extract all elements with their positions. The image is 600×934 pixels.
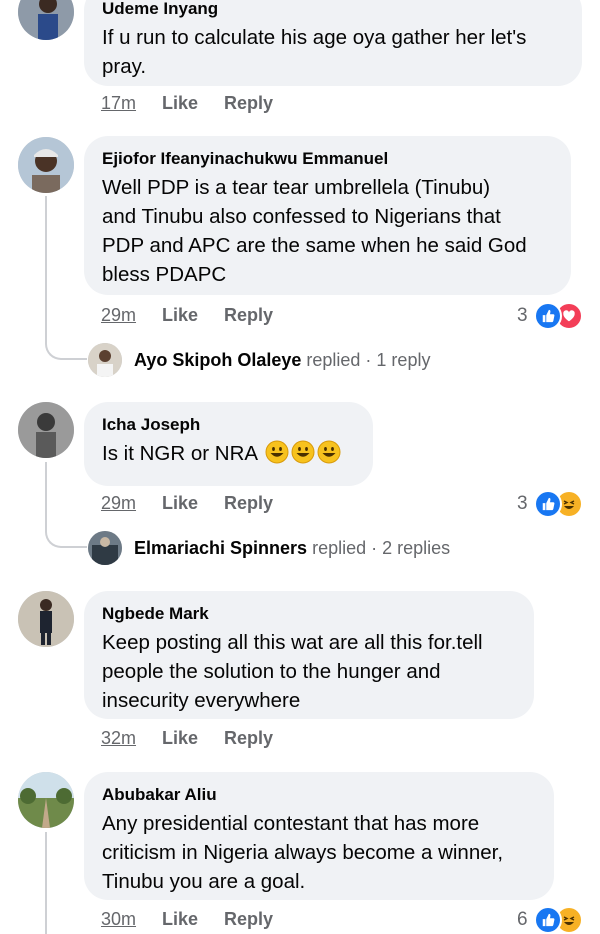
reply-author: Ayo Skipoh Olaleye [134,349,302,370]
like-button[interactable]: Like [162,909,198,930]
comment-actions: 29m Like Reply [101,493,273,514]
like-button[interactable]: Like [162,305,198,326]
grinning-face-emoji [317,440,341,464]
thread-line [45,832,47,934]
reply-author: Elmariachi Spinners [134,537,308,558]
thumbs-up-icon [533,906,562,934]
comment-timestamp[interactable]: 32m [101,728,136,749]
comment-author[interactable]: Icha Joseph [102,414,355,436]
thread-curve [45,336,87,360]
comment-author[interactable]: Abubakar Aliu [102,784,536,806]
view-replies-link[interactable]: Elmariachi Spinners replied · 2 replies [88,531,450,565]
like-button[interactable]: Like [162,493,198,514]
reply-button[interactable]: Reply [224,909,273,930]
reply-count: replied · 1 reply [306,349,431,370]
comment-text: Keep posting all this wat are all this f… [102,631,483,712]
thumbs-up-icon [533,490,562,518]
grinning-face-emoji [265,440,289,464]
view-replies-link[interactable]: Ayo Skipoh Olaleye replied · 1 reply [88,343,430,377]
comment-author[interactable]: Udeme Inyang [102,0,564,20]
thread-line [45,196,47,338]
avatar [88,531,122,565]
reply-button[interactable]: Reply [224,493,273,514]
comment-bubble: Ejiofor Ifeanyinachukwu Emmanuel Well PD… [84,136,571,295]
comment-actions: 32m Like Reply [101,728,273,749]
comment-timestamp[interactable]: 29m [101,493,136,514]
like-button[interactable]: Like [162,93,198,114]
comment-bubble: Abubakar Aliu Any presidential contestan… [84,772,554,900]
comment-bubble: Udeme Inyang If u run to calculate his a… [84,0,582,86]
comment-timestamp[interactable]: 17m [101,93,136,114]
comment-timestamp[interactable]: 29m [101,305,136,326]
comment-actions: 17m Like Reply [101,93,273,114]
reaction-count: 3 [517,493,528,514]
avatar[interactable] [18,772,74,828]
reaction-summary[interactable]: 3 [517,490,583,518]
comment-author[interactable]: Ejiofor Ifeanyinachukwu Emmanuel [102,148,553,170]
reaction-summary[interactable]: 3 [517,302,583,330]
comment-text: Well PDP is a tear tear umbrellela (Tinu… [102,176,527,286]
comment-bubble: Icha Joseph Is it NGR or NRA [84,402,373,486]
comment-text: Is it NGR or NRA [102,439,355,468]
reaction-count: 6 [517,909,528,930]
avatar[interactable] [18,591,74,647]
comment-timestamp[interactable]: 30m [101,909,136,930]
reply-button[interactable]: Reply [224,305,273,326]
avatar[interactable] [18,137,74,193]
comment-actions: 30m Like Reply [101,909,273,930]
comment-text-content: Is it NGR or NRA [102,442,257,465]
like-button[interactable]: Like [162,728,198,749]
reply-button[interactable]: Reply [224,93,273,114]
reply-count: replied · 2 replies [312,537,451,558]
thread-line [45,462,47,526]
comment-actions: 29m Like Reply [101,305,273,326]
reaction-summary[interactable]: 6 [517,906,583,934]
grinning-face-emoji [291,440,315,464]
reaction-count: 3 [517,305,528,326]
avatar [88,343,122,377]
thumbs-up-icon [533,302,562,330]
avatar[interactable] [18,402,74,458]
thread-curve [45,524,87,548]
avatar[interactable] [18,0,74,40]
comment-bubble: Ngbede Mark Keep posting all this wat ar… [84,591,534,719]
comment-text: Any presidential contestant that has mor… [102,812,504,893]
reply-button[interactable]: Reply [224,728,273,749]
comment-author[interactable]: Ngbede Mark [102,603,516,625]
comment-text: If u run to calculate his age oya gather… [102,26,527,78]
